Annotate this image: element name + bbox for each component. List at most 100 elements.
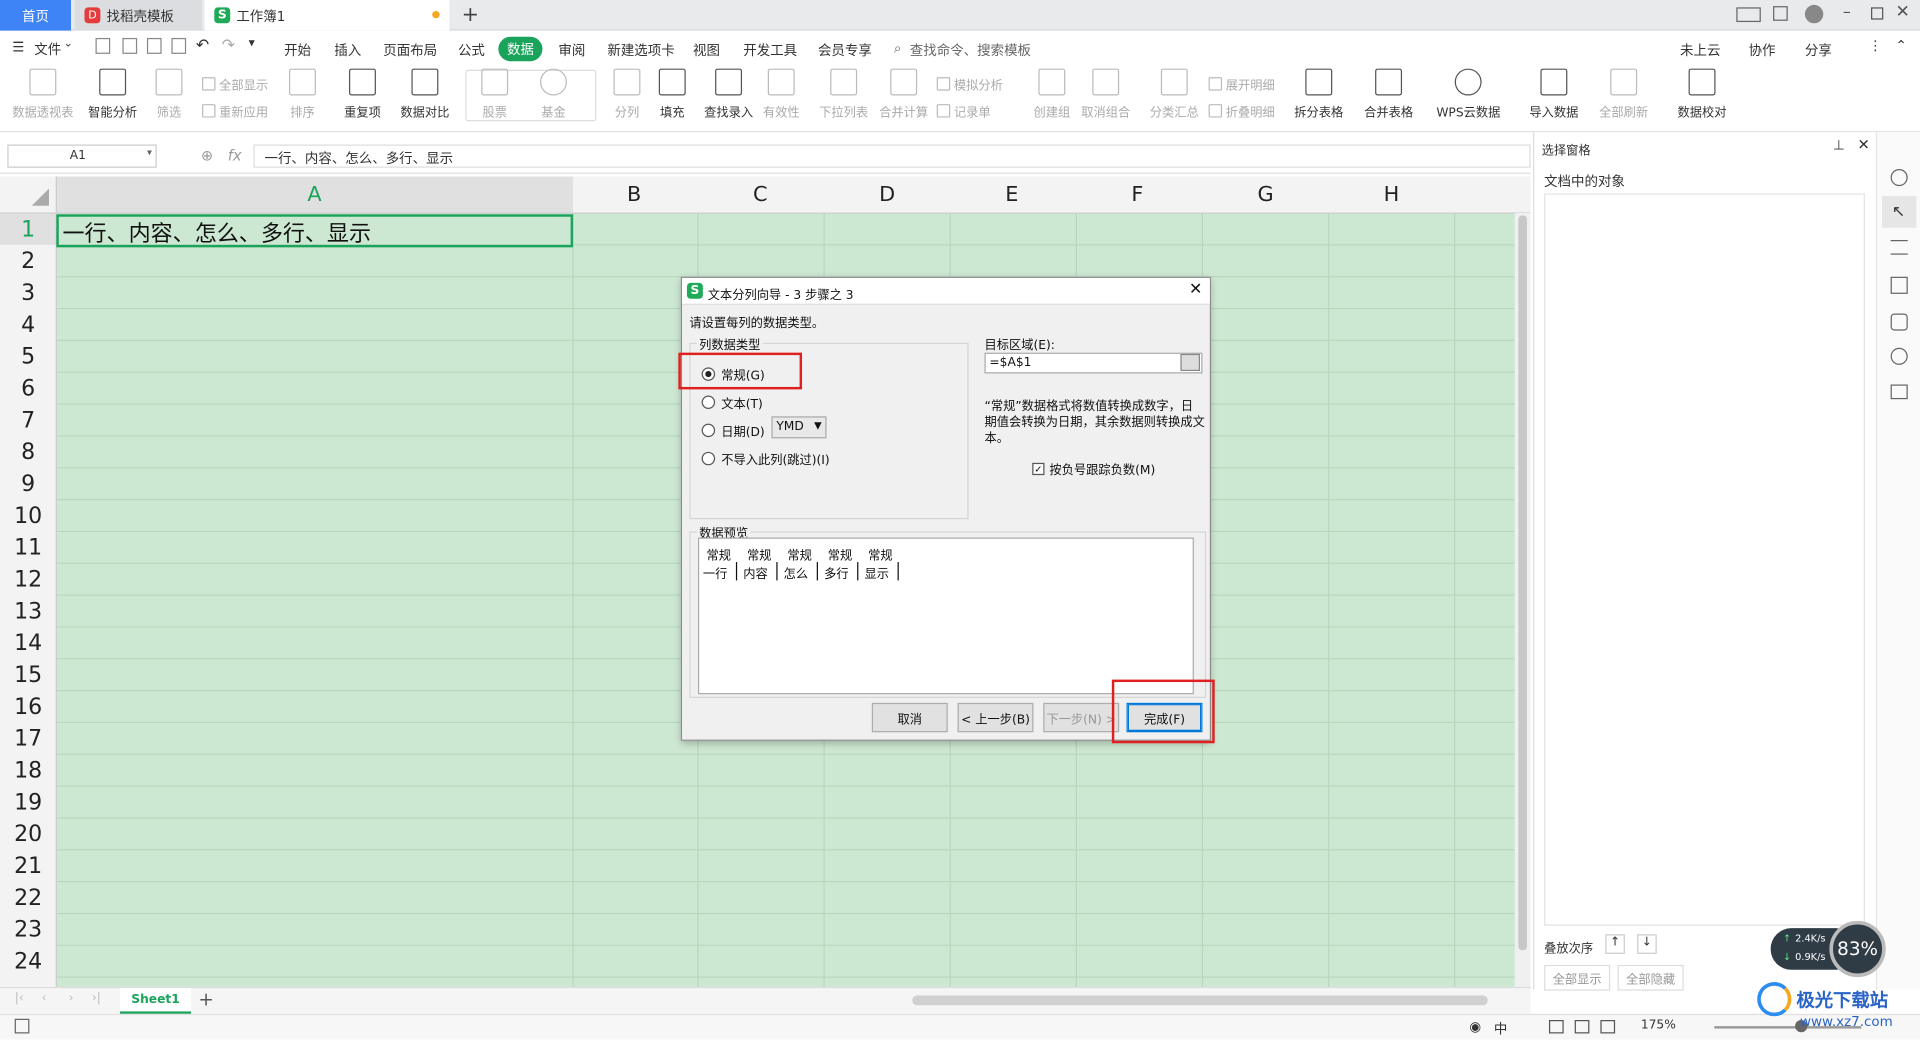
move-up-icon[interactable]: ↑: [1605, 934, 1625, 954]
redo-icon[interactable]: ↷: [222, 37, 235, 55]
eye-protection-icon[interactable]: ◉: [1469, 1019, 1481, 1035]
vertical-scrollbar[interactable]: [1518, 215, 1527, 951]
hamburger-icon[interactable]: ☰: [12, 39, 24, 55]
hide-all-objects-button[interactable]: 全部隐藏: [1617, 964, 1684, 991]
menu-review[interactable]: 审阅: [558, 40, 585, 60]
first-sheet-icon[interactable]: |‹: [15, 992, 24, 1005]
expand-detail-button[interactable]: 展开明细: [1208, 75, 1275, 93]
row-header-5[interactable]: 5: [0, 344, 56, 370]
page-view-icon[interactable]: [1574, 1020, 1590, 1034]
smart-analysis-button[interactable]: 智能分析: [88, 68, 137, 120]
preview-icon[interactable]: [171, 37, 187, 54]
wps-cloud-data-button[interactable]: WPS云数据: [1436, 68, 1500, 120]
row-header-12[interactable]: 12: [0, 567, 56, 593]
refresh-all-button[interactable]: 全部刷新: [1599, 68, 1648, 120]
save-icon[interactable]: [95, 37, 111, 54]
menu-new-tab[interactable]: 新建选项卡: [607, 40, 674, 60]
show-all-button[interactable]: 全部显示: [202, 75, 268, 93]
sheet-tab-sheet1[interactable]: Sheet1: [120, 988, 192, 1014]
collapse-ribbon-icon[interactable]: ⌃: [1896, 38, 1907, 54]
row-header-22[interactable]: 22: [0, 885, 56, 911]
merge-table-button[interactable]: 合并表格: [1364, 68, 1413, 120]
col-header-h[interactable]: H: [1384, 182, 1400, 206]
duplicates-button[interactable]: 重复项: [344, 68, 381, 120]
row-header-8[interactable]: 8: [0, 440, 56, 466]
radio-text[interactable]: 文本(T): [701, 393, 763, 411]
page-break-view-icon[interactable]: [1600, 1020, 1616, 1034]
cancel-button[interactable]: 取消: [871, 702, 948, 733]
tab-workbook[interactable]: S 工作簿1: [204, 0, 450, 31]
more-options-icon[interactable]: ⋮: [1869, 38, 1882, 54]
create-group-button[interactable]: 创建组: [1033, 68, 1070, 120]
layout-icon[interactable]: [1736, 7, 1761, 23]
collaborate-button[interactable]: 协作: [1749, 40, 1776, 60]
sort-button[interactable]: 排序: [288, 68, 316, 120]
cloud-status[interactable]: 未上云: [1680, 40, 1720, 60]
objects-list[interactable]: [1544, 193, 1865, 926]
import-data-button[interactable]: 导入数据: [1529, 68, 1578, 120]
close-pane-icon[interactable]: ✕: [1858, 136, 1870, 153]
adjust-icon[interactable]: [1890, 240, 1908, 255]
menu-view[interactable]: 视图: [693, 40, 720, 60]
negative-sign-checkbox[interactable]: ✓ 按负号跟踪负数(M): [1032, 459, 1155, 478]
target-range-input[interactable]: =$A$1: [984, 352, 1203, 374]
share-button[interactable]: 分享: [1805, 40, 1832, 60]
col-header-d[interactable]: D: [879, 182, 895, 206]
cell-a1[interactable]: 一行、内容、怎么、多行、显示: [62, 217, 371, 249]
row-header-9[interactable]: 9: [0, 471, 56, 497]
location-icon[interactable]: [1890, 347, 1908, 365]
lookup-entry-button[interactable]: 查找录入: [704, 68, 753, 120]
stock-button[interactable]: 股票: [481, 68, 509, 120]
row-header-1[interactable]: 1: [0, 217, 56, 243]
validity-button[interactable]: 有效性: [763, 68, 800, 120]
row-header-21[interactable]: 21: [0, 853, 56, 879]
normal-view-icon[interactable]: [1548, 1020, 1564, 1034]
ungroup-button[interactable]: 取消组合: [1081, 68, 1130, 120]
dialog-close-icon[interactable]: ✕: [1189, 280, 1202, 298]
copy-format-icon[interactable]: [1890, 276, 1908, 294]
menu-data[interactable]: 数据: [498, 36, 543, 62]
memory-usage-gauge[interactable]: 83%: [1829, 920, 1886, 978]
undo-icon[interactable]: ↶: [196, 37, 209, 55]
row-header-14[interactable]: 14: [0, 631, 56, 657]
selection-pane-title[interactable]: 选择窗格: [1542, 140, 1591, 157]
menu-file[interactable]: 文件: [34, 39, 61, 59]
row-header-13[interactable]: 13: [0, 599, 56, 625]
col-header-c[interactable]: C: [753, 182, 768, 206]
name-box[interactable]: A1: [7, 144, 157, 168]
next-sheet-icon[interactable]: ›: [69, 992, 74, 1005]
row-header-2[interactable]: 2: [0, 249, 56, 275]
tab-template[interactable]: D 找稻壳模板: [74, 0, 203, 31]
row-header-23[interactable]: 23: [0, 917, 56, 943]
menu-start[interactable]: 开始: [284, 40, 311, 60]
last-sheet-icon[interactable]: ›|: [92, 992, 101, 1005]
reapply-button[interactable]: 重新应用: [202, 102, 268, 120]
prev-sheet-icon[interactable]: ‹: [42, 992, 47, 1005]
horizontal-scrollbar[interactable]: [912, 995, 1488, 1006]
fx-icon[interactable]: fx: [228, 147, 242, 164]
col-header-e[interactable]: E: [1005, 182, 1018, 206]
row-header-18[interactable]: 18: [0, 758, 56, 784]
row-header-3[interactable]: 3: [0, 280, 56, 306]
input-language[interactable]: 中: [1494, 1019, 1507, 1039]
row-header-11[interactable]: 11: [0, 535, 56, 561]
split-table-button[interactable]: 拆分表格: [1294, 68, 1343, 120]
collapse-detail-button[interactable]: 折叠明细: [1208, 102, 1275, 120]
radio-date[interactable]: 日期(D): [701, 421, 765, 440]
maximize-icon[interactable]: [1871, 7, 1884, 20]
data-proofread-button[interactable]: 数据校对: [1678, 68, 1727, 120]
close-window-icon[interactable]: ✕: [1896, 2, 1910, 22]
menu-page-layout[interactable]: 页面布局: [383, 40, 437, 60]
book-icon[interactable]: [1890, 384, 1908, 400]
grid-apps-icon[interactable]: [1773, 6, 1788, 21]
zoom-level[interactable]: 175%: [1641, 1019, 1676, 1032]
col-header-f[interactable]: F: [1131, 182, 1143, 206]
subtotal-button[interactable]: 分类汇总: [1150, 68, 1199, 120]
data-compare-button[interactable]: 数据对比: [400, 68, 449, 120]
consolidate-button[interactable]: 合并计算: [879, 68, 928, 120]
menu-formula[interactable]: 公式: [458, 40, 485, 60]
formula-input[interactable]: 一行、内容、怎么、多行、显示: [253, 144, 1531, 168]
export-icon[interactable]: [122, 37, 138, 54]
what-if-button[interactable]: 模拟分析: [936, 75, 1003, 93]
macro-icon[interactable]: [14, 1018, 30, 1034]
